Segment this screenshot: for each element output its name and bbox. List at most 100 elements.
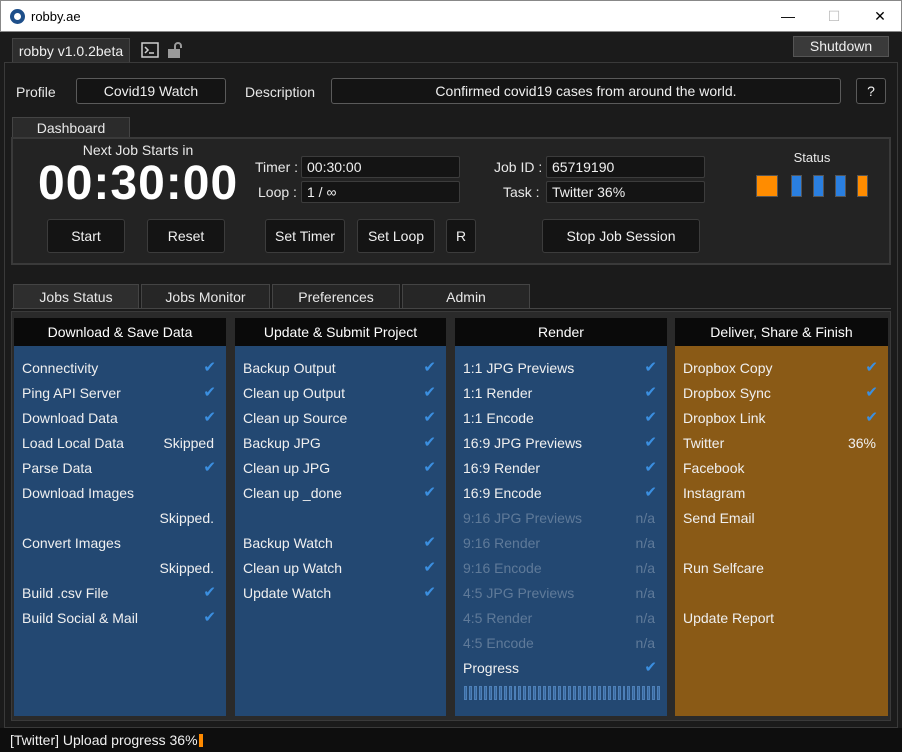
check-icon: ✔	[644, 434, 657, 451]
check-icon: ✔	[203, 384, 216, 401]
check-icon: ✔	[865, 384, 878, 401]
list-item: Facebook	[683, 460, 745, 476]
list-item: 1:1 Encode ✔	[463, 407, 659, 429]
version-tab[interactable]: robby v1.0.2beta	[12, 38, 130, 62]
list-item: 1:1 Render ✔	[463, 382, 659, 404]
progress-segment	[533, 686, 537, 700]
progress-segment	[488, 686, 492, 700]
progress-segment	[523, 686, 527, 700]
progress-segment	[518, 686, 522, 700]
reset-loop-button[interactable]: R	[446, 219, 476, 253]
progress-segment	[478, 686, 482, 700]
loop-field[interactable]: 1 / ∞	[301, 181, 460, 203]
window-title: robby.ae	[31, 9, 81, 24]
progress-segment	[503, 686, 507, 700]
list-item: Run Selfcare	[683, 560, 764, 576]
list-item: Dropbox Link ✔	[683, 407, 880, 429]
status-indicator-2	[813, 175, 824, 197]
check-icon: ✔	[423, 359, 436, 376]
status-indicator-1	[791, 175, 802, 197]
list-item: Skipped.	[159, 510, 214, 526]
list-item: Dropbox Copy ✔	[683, 357, 880, 379]
start-button[interactable]: Start	[47, 219, 125, 253]
check-icon: ✔	[644, 359, 657, 376]
check-icon: ✔	[644, 409, 657, 426]
tab-jobs-monitor[interactable]: Jobs Monitor	[141, 284, 270, 308]
set-timer-button[interactable]: Set Timer	[265, 219, 345, 253]
column-update: Backup Output ✔ Clean up Output ✔ Clean up…	[235, 346, 446, 716]
list-item: Twitter 36%	[683, 435, 876, 451]
progress-segment	[607, 686, 611, 700]
job-id-field[interactable]: 65719190	[546, 156, 705, 178]
column-download: Connectivity ✔ Ping API Server ✔ Download …	[14, 346, 226, 716]
list-item: Download Data ✔	[22, 407, 218, 429]
maximize-button[interactable]: ☐	[811, 1, 857, 31]
check-icon: ✔	[423, 409, 436, 426]
status-message: [Twitter] Upload progress 36%	[10, 732, 198, 748]
status-bar: [Twitter] Upload progress 36%	[0, 728, 902, 752]
progress-segment	[582, 686, 586, 700]
profile-selector[interactable]: Covid19 Watch	[76, 78, 226, 104]
unlock-icon[interactable]	[166, 41, 184, 59]
list-item: Load Local Data Skipped	[22, 435, 214, 451]
check-icon: ✔	[644, 659, 657, 676]
task-label: Task :	[503, 184, 540, 200]
progress-segment	[538, 686, 542, 700]
progress-segment	[632, 686, 636, 700]
progress-segment	[622, 686, 626, 700]
task-field[interactable]: Twitter 36%	[546, 181, 705, 203]
check-icon: ✔	[423, 584, 436, 601]
check-icon: ✔	[203, 584, 216, 601]
list-item: Convert Images	[22, 535, 121, 551]
list-item: Dropbox Sync ✔	[683, 382, 880, 404]
list-item: Ping API Server ✔	[22, 382, 218, 404]
check-icon: ✔	[865, 409, 878, 426]
progress-segment	[652, 686, 656, 700]
reset-button[interactable]: Reset	[147, 219, 225, 253]
help-button[interactable]: ?	[856, 78, 886, 104]
minimize-button[interactable]: —	[765, 1, 811, 31]
tab-admin[interactable]: Admin	[402, 284, 530, 308]
column-header-render: Render	[455, 318, 667, 346]
progress-segment	[657, 686, 661, 700]
column-deliver: Dropbox Copy ✔ Dropbox Sync ✔ Dropbox Link…	[675, 346, 888, 716]
list-item: Backup Output ✔	[243, 357, 438, 379]
app-logo-icon	[10, 9, 25, 24]
tab-preferences[interactable]: Preferences	[272, 284, 400, 308]
list-item: Download Images	[22, 485, 135, 501]
timer-field[interactable]: 00:30:00	[301, 156, 460, 178]
shutdown-button[interactable]: Shutdown	[793, 36, 889, 57]
stop-job-session-button[interactable]: Stop Job Session	[542, 219, 700, 253]
progress-segment	[528, 686, 532, 700]
description-field[interactable]: Confirmed covid19 cases from around the …	[331, 78, 841, 104]
check-icon: ✔	[644, 384, 657, 401]
list-item: Backup Watch ✔	[243, 532, 438, 554]
render-progress-bar	[464, 686, 661, 700]
list-item: Send Email	[683, 510, 755, 526]
list-item: 16:9 Render ✔	[463, 457, 659, 479]
tab-divider	[12, 308, 891, 309]
progress-segment	[637, 686, 641, 700]
set-loop-button[interactable]: Set Loop	[357, 219, 435, 253]
job-id-label: Job ID :	[494, 159, 543, 175]
column-header-download: Download & Save Data	[14, 318, 226, 346]
progress-segment	[473, 686, 477, 700]
progress-segment	[508, 686, 512, 700]
close-button[interactable]: ✕	[857, 1, 902, 31]
tab-dashboard[interactable]: Dashboard	[12, 117, 130, 137]
list-item: Build Social & Mail ✔	[22, 607, 218, 629]
list-item: 9:16 Encode n/a	[463, 560, 655, 576]
tab-jobs-status[interactable]: Jobs Status	[13, 284, 139, 308]
timer-label: Timer :	[255, 159, 299, 175]
column-header-deliver: Deliver, Share & Finish	[675, 318, 888, 346]
list-item: Connectivity ✔	[22, 357, 218, 379]
list-item: Clean up Watch ✔	[243, 557, 438, 579]
progress-segment	[483, 686, 487, 700]
list-item: 9:16 Render n/a	[463, 535, 655, 551]
check-icon: ✔	[644, 459, 657, 476]
progress-segment	[553, 686, 557, 700]
list-item: Backup JPG ✔	[243, 432, 438, 454]
terminal-icon[interactable]	[141, 41, 159, 59]
progress-segment	[597, 686, 601, 700]
list-item: Update Watch ✔	[243, 582, 438, 604]
